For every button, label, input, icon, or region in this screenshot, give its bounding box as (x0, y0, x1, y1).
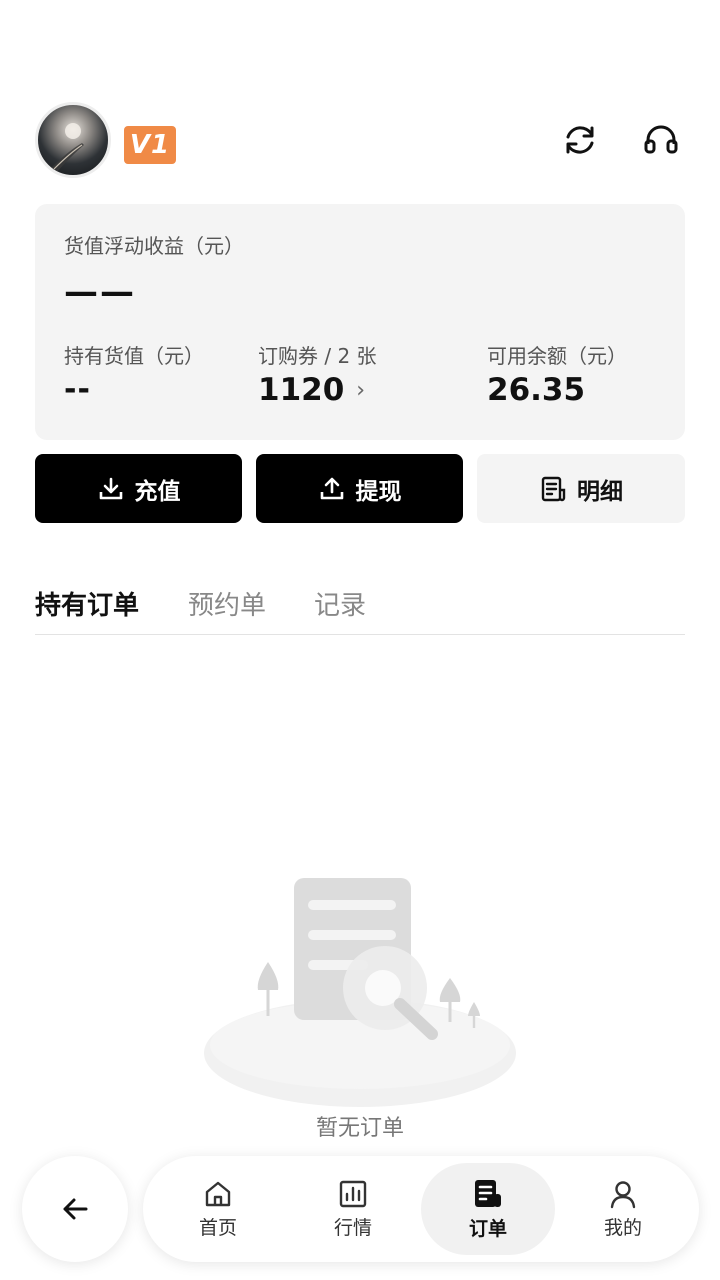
receipt-icon (541, 476, 566, 501)
bottom-nav: 首页 行情 订单 我的 (143, 1156, 699, 1262)
level-badge: V1 (124, 126, 176, 164)
holding-value-label: 持有货值（元） (64, 344, 204, 368)
nav-label-home: 首页 (198, 1216, 237, 1239)
home-icon (205, 1181, 231, 1206)
recharge-button[interactable]: 充值 (35, 454, 242, 523)
coupon-label: 订购券 / 2 张 (258, 344, 377, 368)
withdraw-button[interactable]: 提现 (256, 454, 463, 523)
headset-icon[interactable] (641, 120, 681, 160)
avatar[interactable] (35, 102, 111, 178)
coupon-link[interactable]: 1120 › (258, 372, 365, 408)
chart-icon (339, 1180, 367, 1207)
nav-item-home[interactable]: 首页 (151, 1163, 285, 1255)
coupon-value: 1120 (258, 372, 345, 408)
nav-label-orders: 订单 (468, 1217, 507, 1240)
empty-state-text: 暂无订单 (315, 1116, 404, 1141)
chevron-right-icon: › (356, 377, 366, 403)
withdraw-label: 提现 (355, 478, 402, 505)
tab-reservations[interactable]: 预约单 (188, 585, 266, 622)
empty-orders-illustration (204, 878, 516, 1107)
arrow-left-icon (63, 1198, 88, 1220)
balance-value: 26.35 (487, 372, 586, 408)
user-icon (610, 1180, 636, 1208)
asset-summary-card: 货值浮动收益（元） —— 持有货值（元） -- 订购券 / 2 张 1120 ›… (35, 204, 685, 440)
order-icon (475, 1179, 501, 1207)
detail-button[interactable]: 明细 (477, 454, 685, 523)
tab-records[interactable]: 记录 (314, 585, 366, 622)
order-tabs: 持有订单 预约单 记录 (35, 585, 685, 635)
upload-icon (320, 477, 343, 499)
back-button[interactable] (22, 1156, 128, 1262)
refresh-icon[interactable] (560, 120, 600, 160)
recharge-label: 充值 (134, 478, 181, 505)
holding-value-value: -- (64, 372, 91, 407)
floating-income-label: 货值浮动收益（元） (64, 234, 244, 258)
nav-item-mine[interactable]: 我的 (556, 1163, 690, 1255)
nav-item-orders[interactable]: 订单 (421, 1163, 555, 1255)
nav-label-mine: 我的 (603, 1216, 642, 1239)
profile-header: V1 (35, 100, 685, 180)
download-icon (99, 477, 122, 499)
nav-item-market[interactable]: 行情 (286, 1163, 420, 1255)
tab-holding-orders[interactable]: 持有订单 (35, 585, 139, 622)
detail-label: 明细 (577, 478, 623, 505)
floating-income-value: —— (64, 272, 136, 312)
nav-label-market: 行情 (333, 1216, 372, 1239)
balance-label: 可用余额（元） (487, 344, 627, 368)
